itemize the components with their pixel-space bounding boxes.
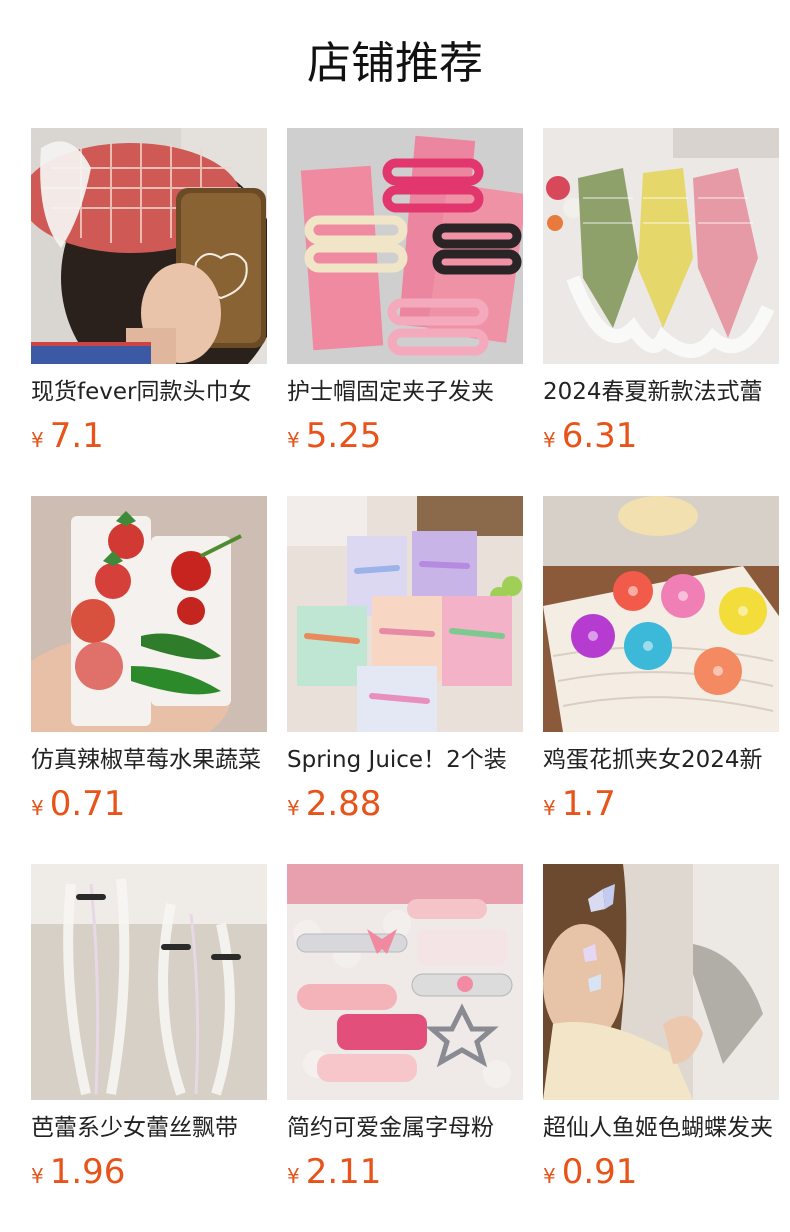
product-card[interactable]: 现货fever同款头巾女 ¥7.1 bbox=[31, 128, 267, 458]
price-value: 1.96 bbox=[49, 1152, 126, 1192]
product-name[interactable]: 超仙人鱼姬色蝴蝶发夹 bbox=[543, 1112, 779, 1144]
product-image[interactable] bbox=[31, 128, 267, 364]
product-price: ¥0.91 bbox=[543, 1152, 637, 1192]
product-price: ¥5.25 bbox=[287, 416, 381, 456]
currency-symbol: ¥ bbox=[31, 1164, 44, 1188]
page-title: 店铺推荐 bbox=[307, 38, 483, 89]
product-price: ¥2.88 bbox=[287, 784, 381, 824]
currency-symbol: ¥ bbox=[543, 796, 556, 820]
product-price: ¥1.96 bbox=[31, 1152, 125, 1192]
product-name[interactable]: Spring Juice！2个装 bbox=[287, 744, 523, 776]
price-value: 6.31 bbox=[561, 416, 638, 456]
product-card[interactable]: 芭蕾系少女蕾丝飘带 ¥1.96 bbox=[31, 864, 267, 1194]
product-name[interactable]: 护士帽固定夹子发夹 bbox=[287, 376, 523, 408]
price-value: 5.25 bbox=[305, 416, 382, 456]
currency-symbol: ¥ bbox=[543, 428, 556, 452]
product-image[interactable] bbox=[543, 864, 779, 1100]
product-name[interactable]: 芭蕾系少女蕾丝飘带 bbox=[31, 1112, 267, 1144]
currency-symbol: ¥ bbox=[287, 428, 300, 452]
currency-symbol: ¥ bbox=[31, 796, 44, 820]
product-name[interactable]: 现货fever同款头巾女 bbox=[31, 376, 267, 408]
product-card[interactable]: Spring Juice！2个装 ¥2.88 bbox=[287, 496, 523, 826]
product-name[interactable]: 鸡蛋花抓夹女2024新 bbox=[543, 744, 779, 776]
product-image[interactable] bbox=[287, 496, 523, 732]
product-card[interactable]: 仿真辣椒草莓水果蔬菜 ¥0.71 bbox=[31, 496, 267, 826]
product-image[interactable] bbox=[287, 864, 523, 1100]
product-card[interactable]: 超仙人鱼姬色蝴蝶发夹 ¥0.91 bbox=[543, 864, 779, 1194]
product-card[interactable]: 2024春夏新款法式蕾 ¥6.31 bbox=[543, 128, 779, 458]
price-value: 2.88 bbox=[305, 784, 382, 824]
product-card[interactable]: 护士帽固定夹子发夹 ¥5.25 bbox=[287, 128, 523, 458]
price-value: 0.91 bbox=[561, 1152, 638, 1192]
product-image[interactable] bbox=[287, 128, 523, 364]
product-price: ¥1.7 bbox=[543, 784, 616, 824]
product-price: ¥0.71 bbox=[31, 784, 125, 824]
product-image[interactable] bbox=[543, 128, 779, 364]
currency-symbol: ¥ bbox=[543, 1164, 556, 1188]
product-name[interactable]: 2024春夏新款法式蕾 bbox=[543, 376, 779, 408]
product-image[interactable] bbox=[31, 864, 267, 1100]
product-price: ¥2.11 bbox=[287, 1152, 381, 1192]
currency-symbol: ¥ bbox=[31, 428, 44, 452]
product-image[interactable] bbox=[543, 496, 779, 732]
product-price: ¥6.31 bbox=[543, 416, 637, 456]
product-image[interactable] bbox=[31, 496, 267, 732]
product-card[interactable]: 简约可爱金属字母粉 ¥2.11 bbox=[287, 864, 523, 1194]
price-value: 7.1 bbox=[49, 416, 104, 456]
product-name[interactable]: 简约可爱金属字母粉 bbox=[287, 1112, 523, 1144]
price-value: 1.7 bbox=[561, 784, 616, 824]
product-price: ¥7.1 bbox=[31, 416, 104, 456]
product-card[interactable]: 鸡蛋花抓夹女2024新 ¥1.7 bbox=[543, 496, 779, 826]
currency-symbol: ¥ bbox=[287, 1164, 300, 1188]
price-value: 2.11 bbox=[305, 1152, 382, 1192]
product-name[interactable]: 仿真辣椒草莓水果蔬菜 bbox=[31, 744, 267, 776]
currency-symbol: ¥ bbox=[287, 796, 300, 820]
price-value: 0.71 bbox=[49, 784, 126, 824]
